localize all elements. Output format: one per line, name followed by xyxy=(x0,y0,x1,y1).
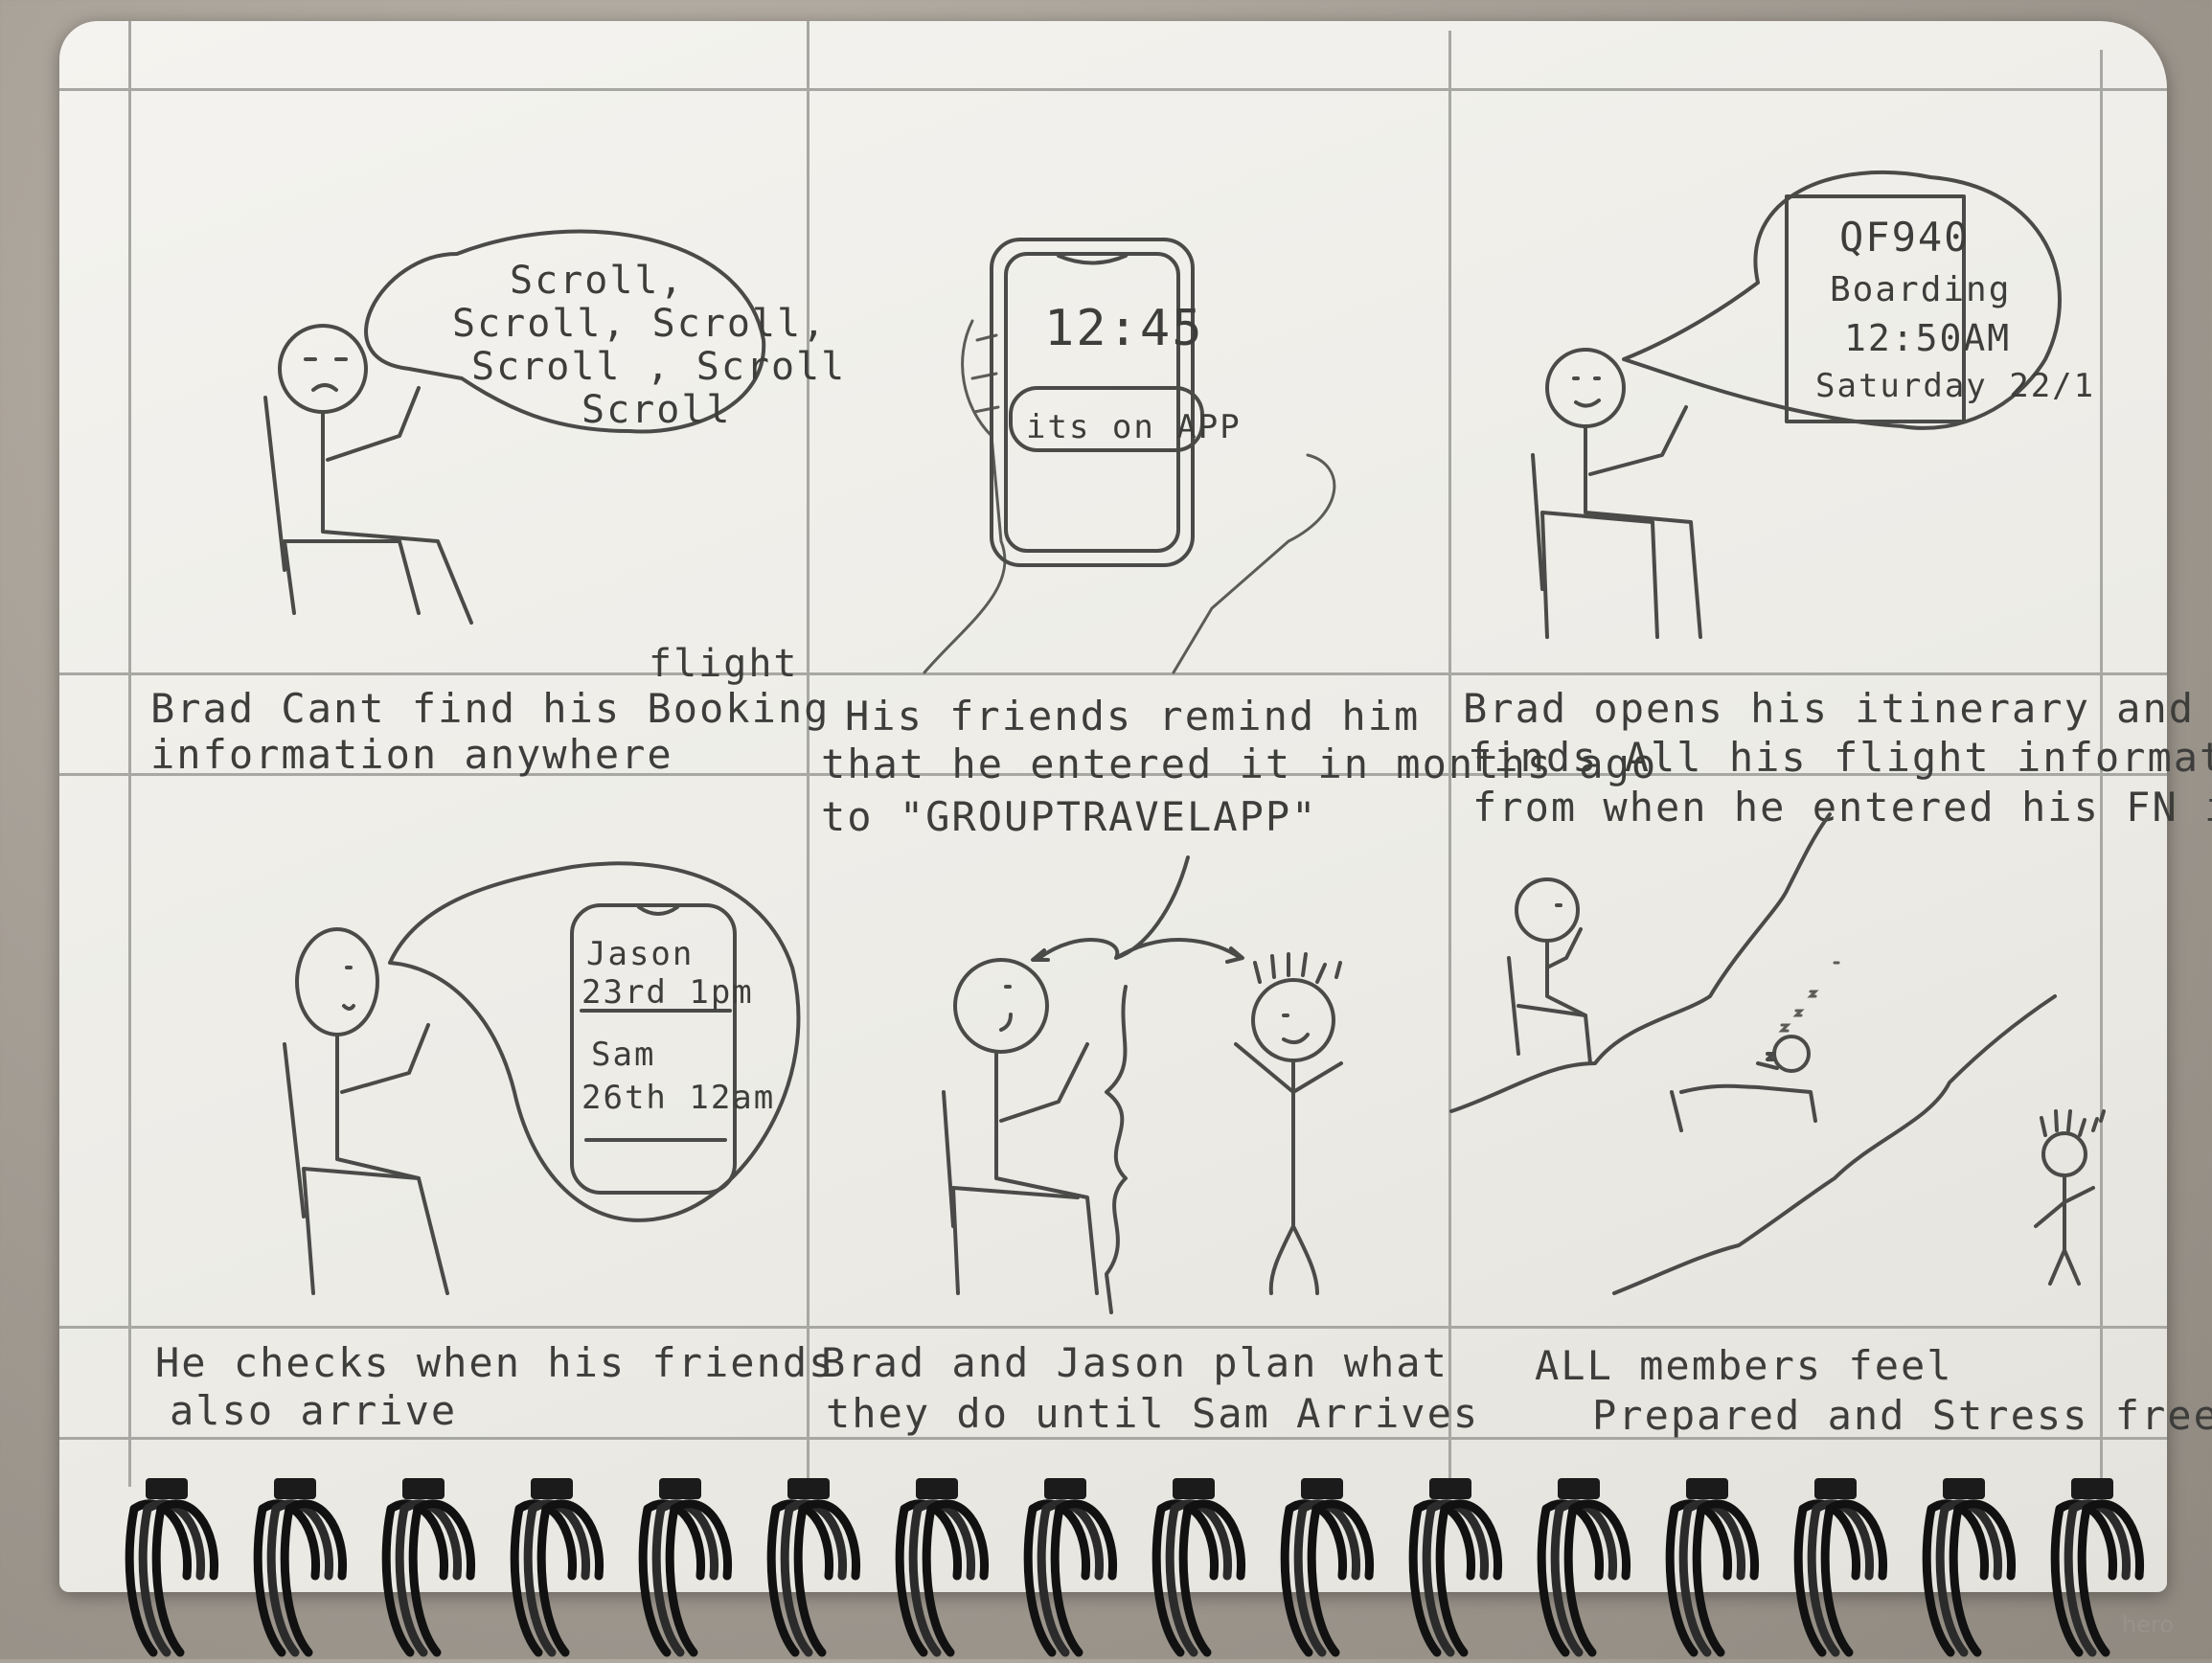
panel-3: QF940 Boarding 12:50AM Saturday 22/1 xyxy=(1451,91,2100,672)
watermark: hero xyxy=(2122,1611,2174,1638)
panel-4: Jason 23rd 1pm Sam 26th 12am xyxy=(131,776,807,1326)
panel-2-drawing xyxy=(923,238,1336,674)
panel-6-caption-line-2: Prepared and Stress free xyxy=(1592,1392,2212,1439)
panel-2-caption-line-1: His friends remind him xyxy=(845,693,1421,740)
panel-1-bubble-line-2: Scroll, Scroll, xyxy=(452,302,828,346)
panel-1-caption-line-1: Brad Cant find his Booking xyxy=(150,685,831,732)
spiral-binding xyxy=(115,1470,2165,1659)
spiral-ring xyxy=(381,1478,476,1657)
panel-4-drawing xyxy=(283,861,801,1295)
panel-1-caption-line-2: information anywhere xyxy=(150,731,673,778)
panel-4-phone-line-4: 26th 12am xyxy=(582,1079,776,1117)
panel-1: Scroll, Scroll, Scroll, Scroll , Scroll … xyxy=(131,91,844,686)
spiral-ring xyxy=(253,1478,348,1657)
panel-1-bubble-line-1: Scroll, xyxy=(510,259,685,303)
sketchbook-page: Scroll, Scroll, Scroll, Scroll , Scroll … xyxy=(59,21,2212,1592)
spiral-ring xyxy=(1152,1478,1246,1657)
panel-4-phone-line-2: 23rd 1pm xyxy=(582,973,754,1012)
panel-5-caption-line-2: they do until Sam Arrives xyxy=(826,1390,1480,1437)
panel-3-bubble-line-3: 12:50AM xyxy=(1844,317,2012,359)
spiral-ring xyxy=(766,1478,861,1657)
panel-1-bubble-line-4: Scroll xyxy=(582,388,732,432)
panel-5-caption-line-1: Brad and Jason plan what xyxy=(821,1339,1448,1386)
spiral-ring xyxy=(1922,1478,2017,1657)
spiral-ring xyxy=(510,1478,604,1657)
panel-3-bubble-line-1: QF940 xyxy=(1839,214,1971,261)
spiral-ring xyxy=(1408,1478,1503,1657)
panel-6 xyxy=(1449,776,2106,1326)
spiral-ring xyxy=(1793,1478,1888,1657)
spiral-ring xyxy=(895,1478,990,1657)
panel-6-caption-line-1: ALL members feel xyxy=(1535,1342,1953,1389)
grid-line-caption2-top xyxy=(59,1326,2167,1329)
panel-5 xyxy=(810,776,1448,1326)
phone-time: 12:45 xyxy=(1044,300,1204,357)
phone-notice: its on APP xyxy=(1026,408,1242,446)
panel-1-bubble-line-3: Scroll , Scroll xyxy=(471,345,847,389)
spiral-ring xyxy=(1023,1478,1118,1657)
spiral-ring xyxy=(1537,1478,1631,1657)
panel-5-drawing xyxy=(942,855,1343,1314)
spiral-ring xyxy=(638,1478,733,1657)
panel-3-caption-line-1: Brad opens his itinerary and xyxy=(1463,685,2196,732)
panel-4-caption-line-1: He checks when his friends xyxy=(155,1339,835,1386)
panel-6-drawing xyxy=(1449,812,2106,1295)
grid-line-caption1-top xyxy=(59,672,2167,675)
panel-3-bubble-line-4: Saturday 22/1 xyxy=(1815,367,2096,405)
spiral-rings xyxy=(125,1478,2145,1657)
spiral-ring xyxy=(125,1478,219,1657)
spiral-ring xyxy=(1280,1478,1375,1657)
panel-4-caption-line-2: also arrive xyxy=(170,1387,458,1434)
spiral-ring xyxy=(1665,1478,1760,1657)
panel-1-insert-flight: flight xyxy=(649,642,799,686)
panel-2: 12:45 its on APP xyxy=(810,91,1448,674)
panel-3-bubble-line-2: Boarding xyxy=(1830,270,2012,309)
